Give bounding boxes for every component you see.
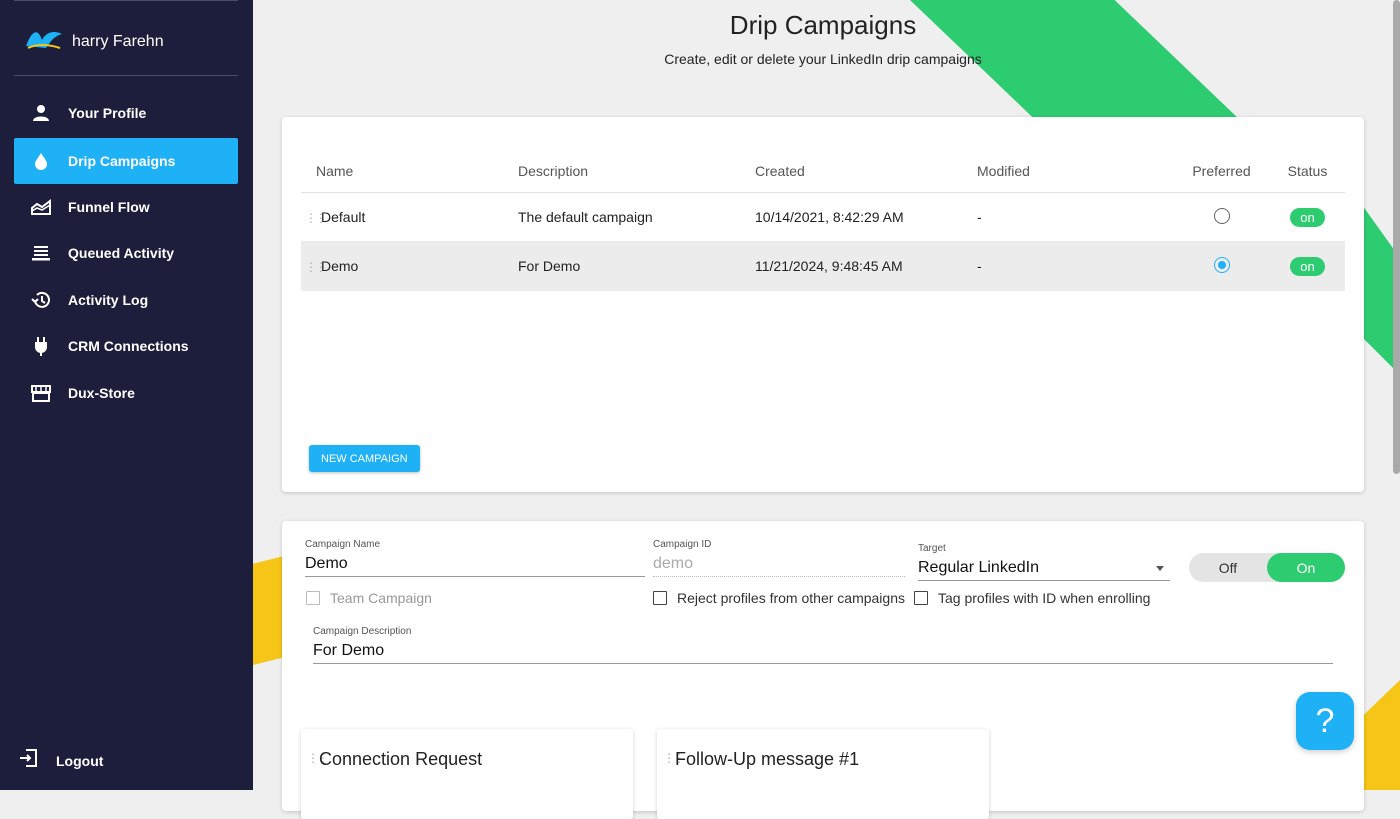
checkbox-icon [306,591,320,605]
person-icon [14,104,68,122]
column-header-description[interactable]: Description [517,149,754,193]
sidebar-item-drip-campaigns[interactable]: Drip Campaigns [14,138,238,184]
status-toggle[interactable]: on [1290,207,1325,227]
sidebar-item-your-profile[interactable]: Your Profile [14,90,238,136]
step-card-connection-request[interactable]: ⋮⋮ Connection Request [301,729,633,819]
toggle-on-option[interactable]: On [1267,553,1345,582]
bird-logo-icon [24,26,64,57]
sidebar-item-label: Your Profile [68,105,147,121]
sidebar-item-label: CRM Connections [68,338,189,354]
chart-area-icon [14,199,68,215]
team-campaign-label: Team Campaign [330,590,432,606]
reject-profiles-checkbox[interactable]: Reject profiles from other campaigns [653,590,905,606]
new-campaign-button[interactable]: NEW CAMPAIGN [309,445,420,472]
tag-profiles-label: Tag profiles with ID when enrolling [938,590,1151,606]
drag-handle-icon[interactable]: ⋮⋮ [663,751,685,765]
drop-icon [14,152,68,170]
campaign-modified: - [976,241,1173,291]
sidebar-item-label: Queued Activity [68,245,175,261]
campaign-name: Default [321,209,366,225]
reject-profiles-label: Reject profiles from other campaigns [677,590,905,606]
status-toggle[interactable]: on [1290,256,1325,276]
page-subtitle: Create, edit or delete your LinkedIn dri… [664,51,982,67]
column-header-preferred[interactable]: Preferred [1173,149,1270,193]
logout-label: Logout [56,752,104,769]
sidebar-item-queued-activity[interactable]: Queued Activity [14,230,238,276]
checkbox-icon [914,591,928,605]
dropdown-arrow-icon [1156,566,1164,571]
sidebar-item-label: Funnel Flow [68,199,150,215]
sidebar-top-divider [14,0,238,1]
user-name: harry Farehn [72,32,164,50]
table-header-row: Name Description Created Modified Prefer… [301,149,1345,193]
sidebar-item-funnel-flow[interactable]: Funnel Flow [14,184,238,230]
logout-icon [18,748,38,773]
table-row[interactable]: ⋮⋮Demo For Demo 11/21/2024, 9:48:45 AM -… [301,241,1345,291]
preferred-radio[interactable] [1213,207,1230,224]
history-icon [14,290,68,310]
campaign-modified: - [976,192,1173,242]
help-button[interactable]: ? [1296,692,1354,750]
drag-handle-icon[interactable]: ⋮⋮ [305,260,327,274]
campaign-created: 11/21/2024, 9:48:45 AM [754,241,976,291]
campaign-description-label: Campaign Description [313,626,412,637]
store-icon [14,384,68,402]
page-scrollbar[interactable] [1393,0,1400,474]
brand: harry Farehn [24,26,164,57]
plug-icon [14,336,68,356]
target-label: Target [918,543,946,554]
campaign-name-input[interactable]: Demo [305,555,645,577]
sidebar: harry Farehn Your Profile Drip Campaigns… [0,0,253,790]
campaigns-table: Name Description Created Modified Prefer… [301,149,1345,291]
campaign-description: For Demo [517,241,754,291]
column-header-name[interactable]: Name [301,149,517,193]
sidebar-item-label: Drip Campaigns [68,153,176,169]
drag-handle-icon[interactable]: ⋮⋮ [307,751,329,765]
campaign-created: 10/14/2021, 8:42:29 AM [754,192,976,242]
tag-profiles-checkbox[interactable]: Tag profiles with ID when enrolling [914,590,1150,606]
campaign-editor-card: Campaign Name Demo Campaign ID demo Targ… [282,521,1364,819]
sidebar-item-crm-connections[interactable]: CRM Connections [14,323,238,369]
queue-icon [14,245,68,261]
campaign-name-label: Campaign Name [305,539,381,550]
sidebar-divider [14,75,238,76]
preferred-radio[interactable] [1213,256,1230,273]
drag-handle-icon[interactable]: ⋮⋮ [305,211,327,225]
campaign-name: Demo [321,258,359,274]
column-header-status[interactable]: Status [1270,149,1345,193]
table-row[interactable]: ⋮⋮Default The default campaign 10/14/202… [301,192,1345,242]
decor-yellow-stripe-right [1360,680,1400,790]
sidebar-item-label: Dux-Store [68,385,135,401]
target-value: Regular LinkedIn [918,559,1039,576]
column-header-modified[interactable]: Modified [976,149,1173,193]
step-card-follow-up-1[interactable]: ⋮⋮ Follow-Up message #1 [657,729,989,819]
campaign-description: The default campaign [517,192,754,242]
campaign-active-toggle[interactable]: Off On [1189,553,1345,582]
campaign-id-input: demo [653,555,905,577]
sidebar-item-activity-log[interactable]: Activity Log [14,277,238,323]
step-title: Connection Request [319,749,483,769]
logout-button[interactable]: Logout [18,748,103,773]
page-title: Drip Campaigns [729,10,917,40]
target-select[interactable]: Regular LinkedIn [918,559,1170,581]
step-title: Follow-Up message #1 [675,749,860,769]
column-header-created[interactable]: Created [754,149,976,193]
checkbox-icon [653,591,667,605]
campaign-description-input[interactable]: For Demo [313,642,1333,664]
toggle-off-option[interactable]: Off [1189,553,1267,582]
sidebar-item-label: Activity Log [68,292,149,308]
sidebar-item-dux-store[interactable]: Dux-Store [14,370,238,416]
team-campaign-checkbox[interactable]: Team Campaign [306,590,432,606]
campaigns-card: Name Description Created Modified Prefer… [282,117,1364,492]
campaign-id-label: Campaign ID [653,539,712,550]
